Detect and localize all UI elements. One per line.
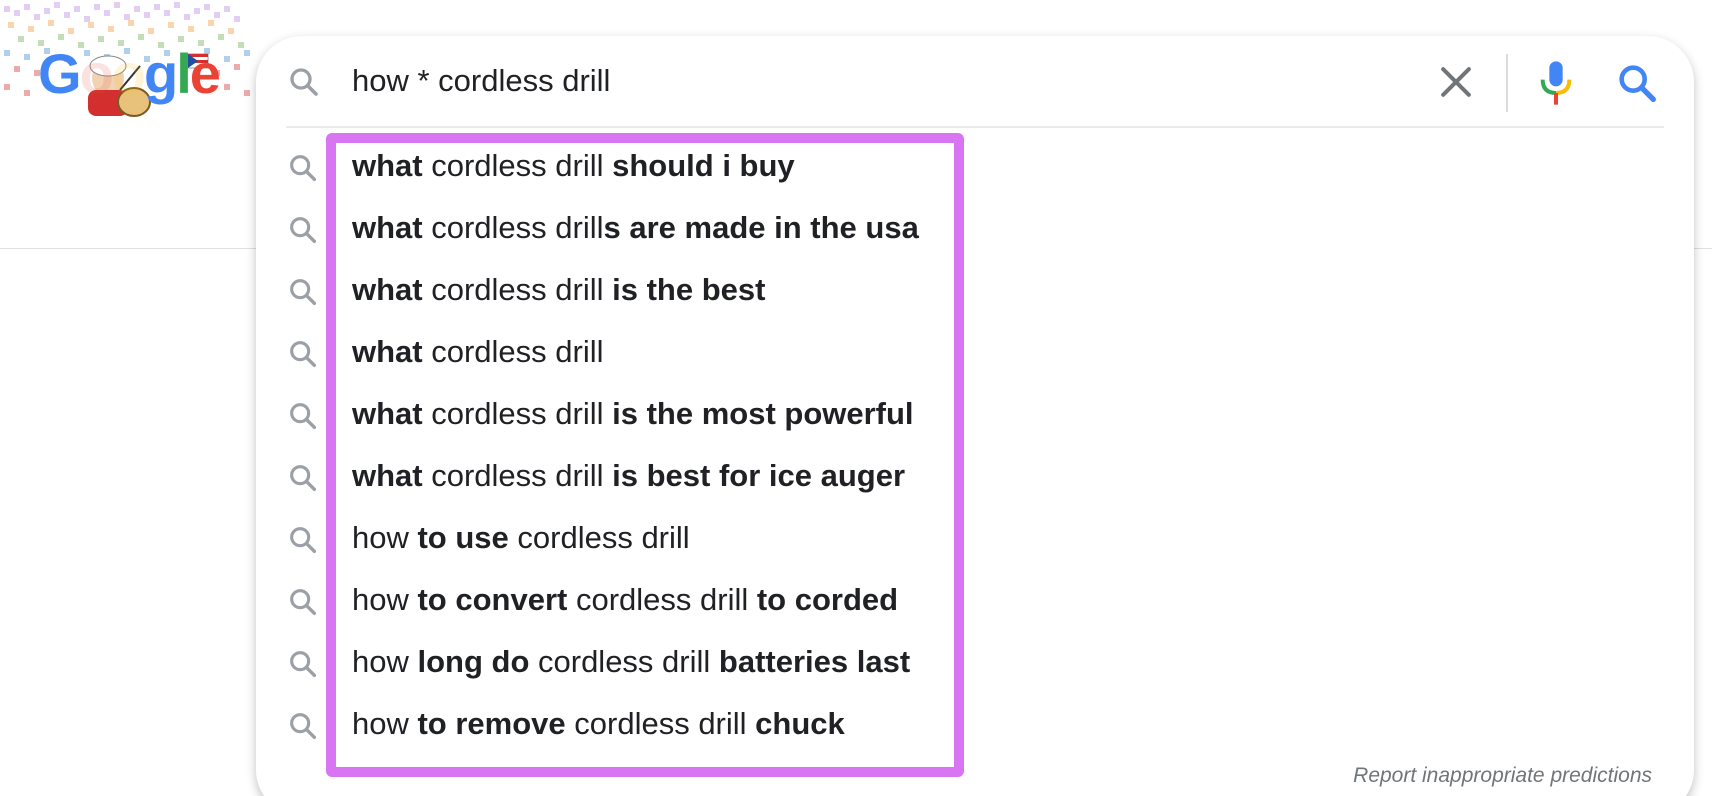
search-icon [290, 68, 318, 96]
suggestion-bold-segment: is best for ice auger [612, 458, 906, 493]
suggestion-text: what cordless drills are made in the usa [352, 206, 919, 250]
suggestion-list: what cordless drill should i buy what cor… [256, 136, 1694, 756]
logo-letter: l [176, 42, 192, 105]
search-icon[interactable] [1614, 60, 1660, 106]
suggestion-item[interactable]: what cordless drill should i buy [256, 136, 1694, 198]
suggestion-text: how to convert cordless drill to corded [352, 578, 898, 622]
search-icon [290, 465, 317, 492]
search-icon [290, 155, 317, 182]
search-divider [286, 126, 1664, 128]
suggestion-segment: cordless drill [422, 210, 604, 245]
suggestion-item[interactable]: what cordless drills are made in the usa [256, 198, 1694, 260]
suggestion-bold-segment: is the most powerful [612, 396, 914, 431]
suggestion-bold-segment: what [352, 148, 423, 183]
suggestion-segment: cordless drill [422, 396, 613, 431]
suggestion-item[interactable]: what cordless drill [256, 322, 1694, 384]
suggestion-segment: cordless drill [422, 458, 613, 493]
suggestion-text: what cordless drill is the most powerful [352, 392, 914, 436]
suggestion-item[interactable]: what cordless drill is best for ice auge… [256, 446, 1694, 508]
suggestion-bold-segment: s are made in the usa [603, 210, 919, 245]
suggestion-text: how to remove cordless drill chuck [352, 702, 845, 746]
suggestion-segment: how [352, 582, 418, 617]
suggestion-segment: cordless drill [529, 644, 719, 679]
suggestion-item[interactable]: how to convert cordless drill to corded [256, 570, 1694, 632]
suggestion-segment: cordless drill [567, 582, 757, 617]
search-input[interactable] [352, 58, 1402, 104]
suggestion-text: what cordless drill [352, 330, 604, 374]
suggestion-bold-segment: what [352, 272, 423, 307]
suggestion-item[interactable]: how to remove cordless drill chuck [256, 694, 1694, 756]
suggestion-bold-segment: what [352, 334, 423, 369]
page: Google what [0, 0, 1712, 796]
logo-letter: o [79, 42, 114, 105]
suggestion-text: what cordless drill is best for ice auge… [352, 454, 905, 498]
suggestion-segment: cordless drill [422, 334, 604, 369]
suggestion-segment: how [352, 706, 418, 741]
logo-letter: e [189, 42, 221, 105]
suggestion-bold-segment: to use [417, 520, 509, 555]
search-icon [290, 279, 317, 306]
suggestion-item[interactable]: how long do cordless drill batteries las… [256, 632, 1694, 694]
search-icon [290, 217, 317, 244]
suggestion-segment: cordless drill [565, 706, 756, 741]
search-icon [290, 527, 317, 554]
suggestion-bold-segment: is the best [612, 272, 766, 307]
microphone-icon[interactable] [1536, 58, 1576, 108]
search-icon [290, 589, 317, 616]
suggestion-bold-segment: should i buy [612, 148, 795, 183]
search-panel: what cordless drill should i buywhat cor… [256, 36, 1694, 796]
suggestion-bold-segment: to remove [417, 706, 566, 741]
suggestion-text: what cordless drill is the best [352, 268, 765, 312]
suggestion-bold-segment: to corded [756, 582, 899, 617]
google-doodle-logo[interactable]: Google [0, 0, 262, 122]
report-predictions-link[interactable]: Report inappropriate predictions [1353, 764, 1652, 788]
suggestion-item[interactable]: what cordless drill is the best [256, 260, 1694, 322]
suggestion-segment: cordless drill [422, 148, 613, 183]
suggestion-bold-segment: what [352, 396, 423, 431]
search-icon [290, 651, 317, 678]
search-bar [256, 36, 1694, 128]
suggestion-bold-segment: what [352, 210, 423, 245]
logo-letter: G [38, 42, 82, 105]
suggestion-bold-segment: to convert [417, 582, 568, 617]
search-icon [290, 713, 317, 740]
suggestion-segment: cordless drill [508, 520, 690, 555]
search-icon [290, 341, 317, 368]
suggestion-item[interactable]: how to use cordless drill [256, 508, 1694, 570]
suggestion-bold-segment: what [352, 458, 423, 493]
suggestion-text: what cordless drill should i buy [352, 144, 795, 188]
logo-wordmark: Google [38, 46, 221, 102]
suggestion-segment: cordless drill [422, 272, 613, 307]
suggestion-bold-segment: batteries last [718, 644, 911, 679]
suggestion-text: how to use cordless drill [352, 516, 690, 560]
close-icon[interactable] [1434, 60, 1478, 104]
suggestion-segment: how [352, 520, 418, 555]
suggestion-bold-segment: chuck [755, 706, 845, 741]
suggestion-bold-segment: long do [417, 644, 530, 679]
logo-letter: g [144, 42, 178, 105]
toolbar-divider [1506, 54, 1508, 112]
logo-letter: o [111, 42, 146, 105]
suggestion-item[interactable]: what cordless drill is the most powerful [256, 384, 1694, 446]
suggestion-text: how long do cordless drill batteries las… [352, 640, 910, 684]
suggestion-segment: how [352, 644, 418, 679]
search-icon [290, 403, 317, 430]
